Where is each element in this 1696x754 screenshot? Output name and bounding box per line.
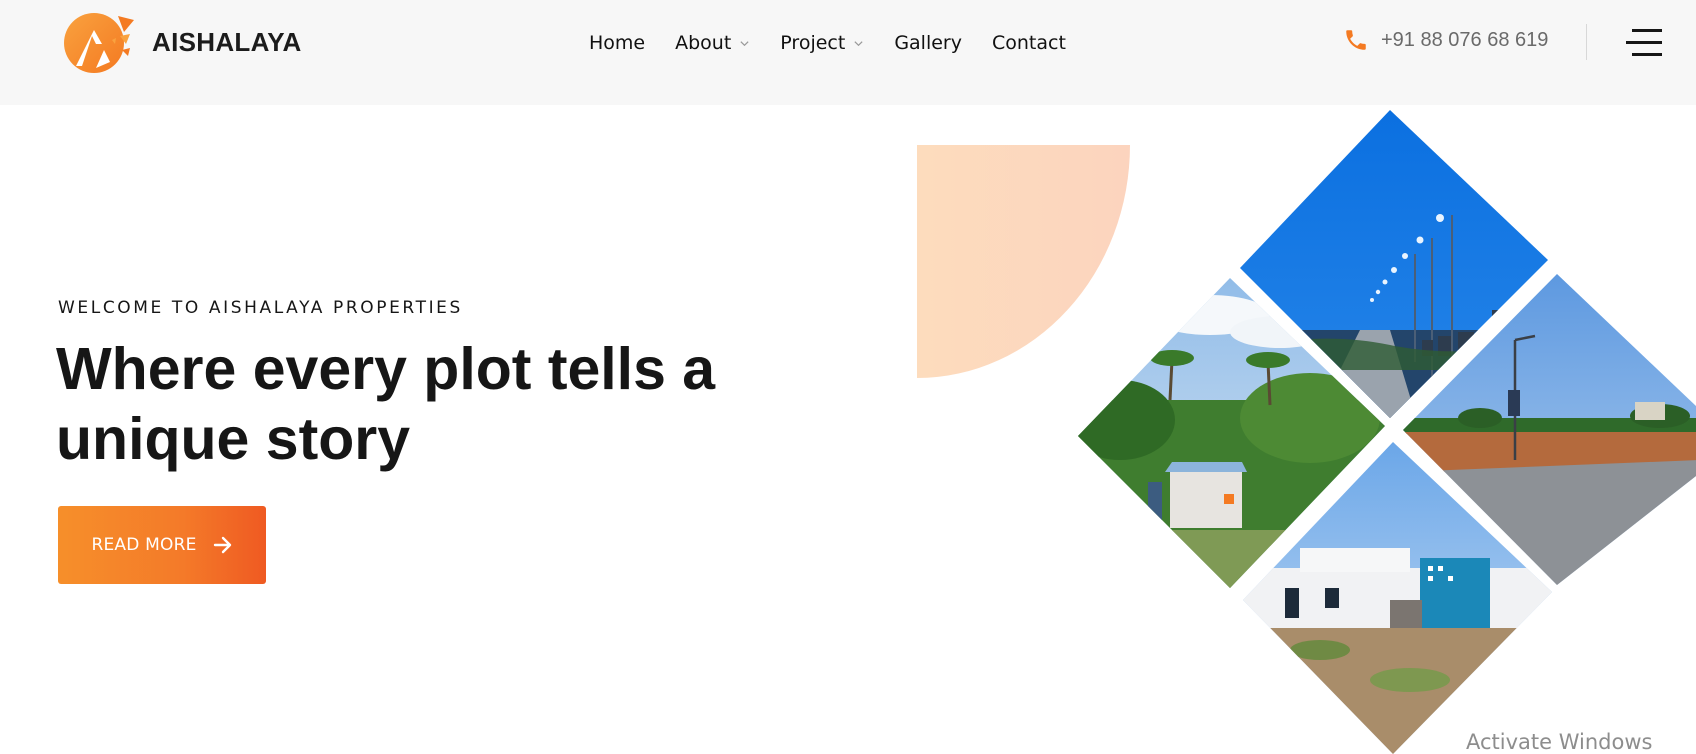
windows-activation-watermark: Activate Windows	[1466, 730, 1653, 754]
logo-text: AISHALAYA	[152, 26, 302, 57]
nav-gallery[interactable]: Gallery	[894, 32, 962, 54]
nav-project-label: Project	[780, 32, 846, 54]
main-nav: Home About Project Gallery Contact	[589, 0, 1066, 86]
hamburger-menu-icon	[1626, 29, 1662, 56]
nav-gallery-label: Gallery	[894, 32, 962, 54]
nav-home[interactable]: Home	[589, 32, 645, 54]
hero-headline-line2: unique story	[56, 406, 411, 472]
nav-contact[interactable]: Contact	[992, 32, 1066, 54]
site-header: AISHALAYA Home About Project Gallery Con…	[0, 0, 1696, 105]
chevron-down-icon	[740, 40, 749, 46]
hero-headline-line1: Where every plot tells a	[56, 336, 716, 402]
read-more-button[interactable]: READ MORE	[58, 506, 266, 584]
page: AISHALAYA Home About Project Gallery Con…	[0, 0, 1696, 754]
read-more-label: READ MORE	[91, 535, 197, 555]
nav-about-label: About	[675, 32, 732, 54]
hero-headline: Where every plot tells a unique story	[56, 334, 816, 474]
logo-icon	[64, 13, 134, 73]
arrow-right-icon	[213, 536, 231, 554]
nav-project[interactable]: Project	[780, 32, 864, 54]
phone-icon	[1346, 30, 1366, 50]
phone-number: +91 88 076 68 619	[1381, 28, 1549, 51]
phone-link[interactable]: +91 88 076 68 619	[1343, 26, 1548, 54]
header-divider	[1586, 24, 1587, 60]
logo-link[interactable]: AISHALAYA	[62, 10, 302, 74]
chevron-down-icon	[854, 40, 863, 46]
nav-contact-label: Contact	[991, 32, 1066, 54]
hamburger-menu-button[interactable]	[1626, 26, 1668, 60]
nav-home-label: Home	[589, 32, 646, 54]
hero-eyebrow: WELCOME TO AISHALAYA PROPERTIES	[58, 298, 463, 318]
photo-collage	[1078, 110, 1696, 754]
nav-about[interactable]: About	[675, 32, 750, 54]
